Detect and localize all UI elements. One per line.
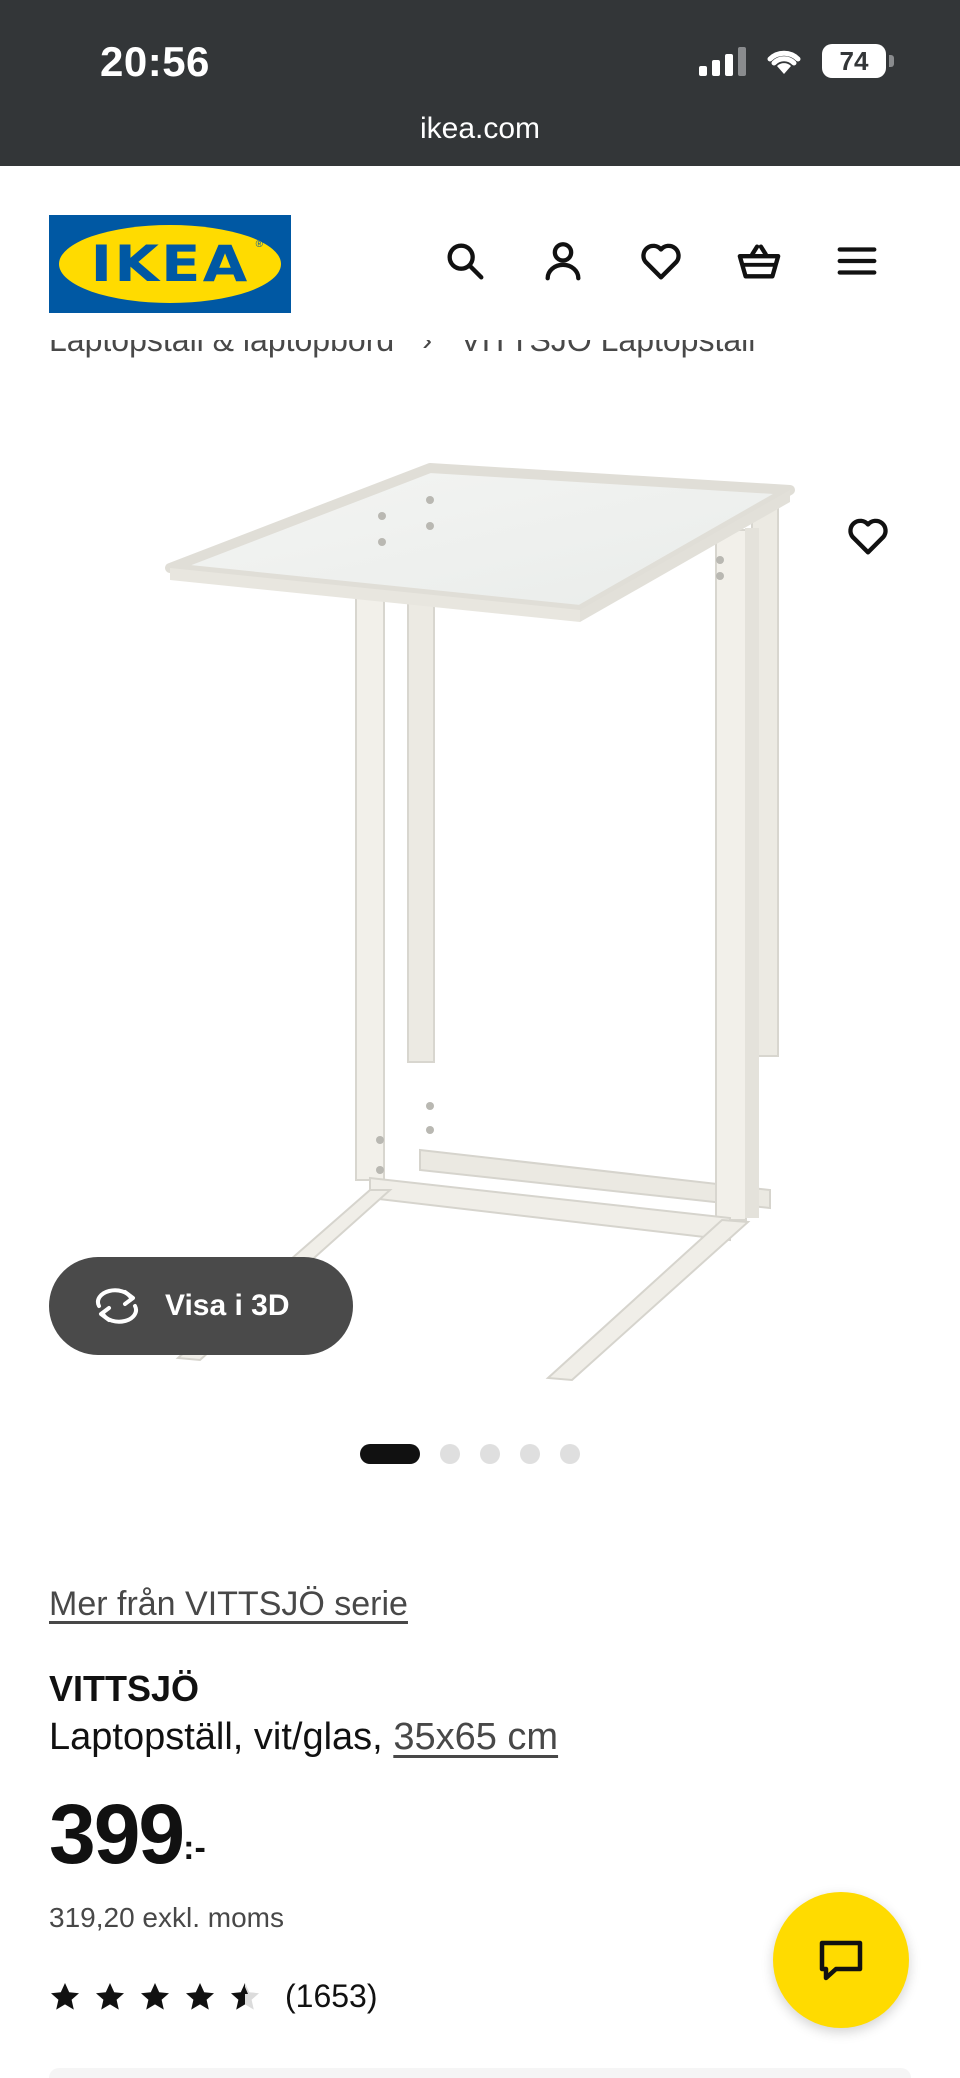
star-icon [141, 1982, 169, 2010]
pagination-dot[interactable] [560, 1444, 580, 1464]
view-in-3d-label: Visa i 3D [165, 1289, 290, 1322]
image-pagination [0, 1444, 960, 1464]
product-price: 399 :- [49, 1792, 206, 1876]
star-icon [96, 1982, 124, 2010]
status-bar: 20:56 74 ikea.com [0, 0, 960, 166]
series-link[interactable]: Mer från VITTSJÖ serie [49, 1585, 408, 1624]
half-star-icon [231, 1982, 259, 2010]
breadcrumb-item-category[interactable]: Laptopställ & laptopbord [49, 340, 394, 359]
product-image[interactable] [0, 400, 960, 1400]
laptop-stand-image [165, 463, 795, 1382]
product-rating[interactable]: (1653) [49, 1978, 378, 2015]
product-size-link[interactable]: 35x65 cm [393, 1716, 558, 1758]
price-amount: 399 [49, 1787, 185, 1881]
pagination-dot-active[interactable] [360, 1444, 420, 1464]
price-excl-vat: 319,20 exkl. moms [49, 1902, 284, 1933]
breadcrumb-item-product[interactable]: VITTSJÖ Laptopställ [460, 340, 755, 359]
pagination-dot[interactable] [480, 1444, 500, 1464]
product-description: Laptopställ, vit/glas, 35x65 cm [49, 1716, 558, 1759]
basket-icon[interactable] [734, 236, 784, 286]
price-suffix: :- [183, 1829, 206, 1867]
next-section-edge [49, 2068, 911, 2078]
rotate-3d-icon [95, 1288, 139, 1324]
account-icon[interactable] [538, 236, 588, 286]
rating-count: (1653) [285, 1978, 378, 2014]
star-icon [186, 1982, 214, 2010]
star-icon [51, 1982, 79, 2010]
status-indicators: 74 [699, 44, 894, 78]
status-time: 20:56 [100, 38, 210, 85]
search-icon[interactable] [440, 236, 490, 286]
heart-icon[interactable] [636, 236, 686, 286]
chevron-right-icon: › [422, 340, 433, 357]
menu-icon[interactable] [832, 236, 882, 286]
chat-bubble-icon [819, 1940, 863, 1981]
pagination-dot[interactable] [520, 1444, 540, 1464]
chat-button[interactable] [773, 1892, 909, 2028]
cellular-signal-icon [699, 46, 746, 76]
breadcrumb: Laptopställ & laptopbord › VITTSJÖ Lapto… [49, 340, 949, 380]
product-description-text: Laptopställ, vit/glas, [49, 1716, 394, 1758]
site-header: IKEA ® [0, 166, 960, 346]
product-name: VITTSJÖ [49, 1668, 200, 1709]
battery-icon: 74 [822, 44, 894, 78]
pagination-dot[interactable] [440, 1444, 460, 1464]
rating-stars [49, 1981, 261, 2013]
view-in-3d-button[interactable]: Visa i 3D [49, 1257, 353, 1355]
ikea-logo[interactable]: IKEA ® [49, 215, 291, 313]
battery-level: 74 [822, 44, 886, 78]
wifi-icon [767, 50, 801, 74]
url-bar[interactable]: ikea.com [0, 112, 960, 146]
logo-text: IKEA [90, 235, 250, 293]
add-to-favourites-heart-icon[interactable] [842, 510, 894, 562]
